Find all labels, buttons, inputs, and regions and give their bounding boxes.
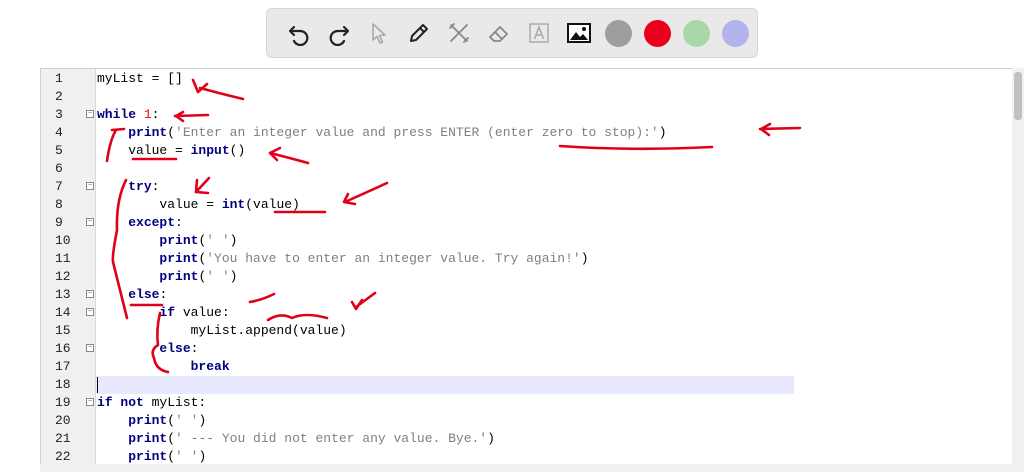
line-number: 6 bbox=[55, 161, 63, 176]
code-text: while 1: bbox=[97, 107, 160, 122]
fold-toggle-icon[interactable]: − bbox=[86, 290, 94, 298]
line-number: 19 bbox=[55, 395, 71, 410]
fold-toggle-icon[interactable]: − bbox=[86, 398, 94, 406]
code-text: print('Enter an integer value and press … bbox=[128, 125, 667, 140]
code-text: value = int(value) bbox=[97, 197, 300, 212]
text-caret bbox=[97, 377, 98, 393]
line-number: 16 bbox=[55, 341, 71, 356]
image-icon[interactable] bbox=[559, 13, 599, 53]
code-text: print(' --- You did not enter any value.… bbox=[128, 431, 495, 446]
color-swatch-lavender[interactable] bbox=[722, 19, 749, 47]
code-line[interactable]: 8 value = int(value) bbox=[41, 196, 1024, 214]
color-swatch-green[interactable] bbox=[683, 19, 710, 47]
code-text: print('You have to enter an integer valu… bbox=[159, 251, 589, 266]
code-line[interactable]: 2 bbox=[41, 88, 1024, 106]
code-line[interactable]: 16 − else: bbox=[41, 340, 1024, 358]
tools-icon[interactable] bbox=[439, 13, 479, 53]
line-number: 7 bbox=[55, 179, 63, 194]
line-number: 10 bbox=[55, 233, 71, 248]
line-number: 12 bbox=[55, 269, 71, 284]
code-line[interactable]: 13 − else: bbox=[41, 286, 1024, 304]
horizontal-scrollbar[interactable] bbox=[40, 464, 1012, 472]
line-number: 1 bbox=[55, 71, 63, 86]
code-line[interactable]: 11 print('You have to enter an integer v… bbox=[41, 250, 1024, 268]
code-line[interactable]: 22 print(' ') bbox=[41, 448, 1024, 465]
code-line[interactable]: 5 value = input() bbox=[41, 142, 1024, 160]
code-text: print(' ') bbox=[128, 449, 207, 464]
line-number: 9 bbox=[55, 215, 63, 230]
code-text: except: bbox=[128, 215, 183, 230]
code-text: if not myList: bbox=[97, 395, 207, 410]
code-line[interactable]: 15 myList.append(value) bbox=[41, 322, 1024, 340]
code-line[interactable]: 7 − try: bbox=[41, 178, 1024, 196]
text-icon[interactable] bbox=[519, 13, 559, 53]
line-number: 21 bbox=[55, 431, 71, 446]
fold-toggle-icon[interactable]: − bbox=[86, 182, 94, 190]
redo-icon[interactable] bbox=[319, 13, 359, 53]
code-text: break bbox=[190, 359, 230, 374]
line-number: 20 bbox=[55, 413, 71, 428]
code-line[interactable]: 4 print('Enter an integer value and pres… bbox=[41, 124, 1024, 142]
code-text: if value: bbox=[159, 305, 230, 320]
line-number: 5 bbox=[55, 143, 63, 158]
code-line[interactable]: 19 − if not myList: bbox=[41, 394, 1024, 412]
pen-icon[interactable] bbox=[399, 13, 439, 53]
line-number: 4 bbox=[55, 125, 63, 140]
code-text: try: bbox=[128, 179, 160, 194]
code-text: else: bbox=[128, 287, 168, 302]
eraser-icon[interactable] bbox=[479, 13, 519, 53]
fold-toggle-icon[interactable]: − bbox=[86, 308, 94, 316]
scroll-thumb[interactable] bbox=[1014, 72, 1022, 120]
code-line[interactable]: 17 break bbox=[41, 358, 1024, 376]
fold-toggle-icon[interactable]: − bbox=[86, 110, 94, 118]
code-editor[interactable]: 1 myList = [] 2 3− while 1: 4 print('Enter an… bbox=[40, 68, 1024, 465]
color-swatch-gray[interactable] bbox=[605, 19, 632, 47]
line-number: 22 bbox=[55, 449, 71, 464]
code-text: myList.append(value) bbox=[97, 323, 347, 338]
vertical-scrollbar[interactable] bbox=[1012, 68, 1024, 472]
code-text: print(' ') bbox=[128, 413, 207, 428]
code-text: myList = [] bbox=[97, 71, 183, 86]
fold-toggle-icon[interactable]: − bbox=[86, 218, 94, 226]
line-number: 2 bbox=[55, 89, 63, 104]
code-line[interactable]: 9 − except: bbox=[41, 214, 1024, 232]
line-number: 15 bbox=[55, 323, 71, 338]
code-text: value = input() bbox=[97, 143, 246, 158]
pointer-icon[interactable] bbox=[359, 13, 399, 53]
line-number: 18 bbox=[55, 377, 71, 392]
code-text: print(' ') bbox=[159, 233, 238, 248]
line-number: 8 bbox=[55, 197, 63, 212]
code-line[interactable]: 20 print(' ') bbox=[41, 412, 1024, 430]
color-swatch-red[interactable] bbox=[644, 19, 671, 47]
code-line[interactable]: 18 bbox=[41, 376, 1024, 394]
code-line[interactable]: 6 bbox=[41, 160, 1024, 178]
code-text: print(' ') bbox=[159, 269, 238, 284]
code-line[interactable]: 10 print(' ') bbox=[41, 232, 1024, 250]
drawing-toolbar bbox=[266, 8, 758, 58]
code-line[interactable]: 21 print(' --- You did not enter any val… bbox=[41, 430, 1024, 448]
code-line[interactable]: 1 myList = [] bbox=[41, 70, 1024, 88]
fold-toggle-icon[interactable]: − bbox=[86, 344, 94, 352]
line-number: 3 bbox=[55, 107, 63, 122]
line-number: 13 bbox=[55, 287, 71, 302]
undo-icon[interactable] bbox=[279, 13, 319, 53]
code-line[interactable]: 12 print(' ') bbox=[41, 268, 1024, 286]
line-number: 17 bbox=[55, 359, 71, 374]
code-text: else: bbox=[159, 341, 199, 356]
line-number: 11 bbox=[55, 251, 71, 266]
line-number: 14 bbox=[55, 305, 71, 320]
code-line[interactable]: 14 − if value: bbox=[41, 304, 1024, 322]
code-line[interactable]: 3 − while 1: bbox=[41, 106, 1024, 124]
